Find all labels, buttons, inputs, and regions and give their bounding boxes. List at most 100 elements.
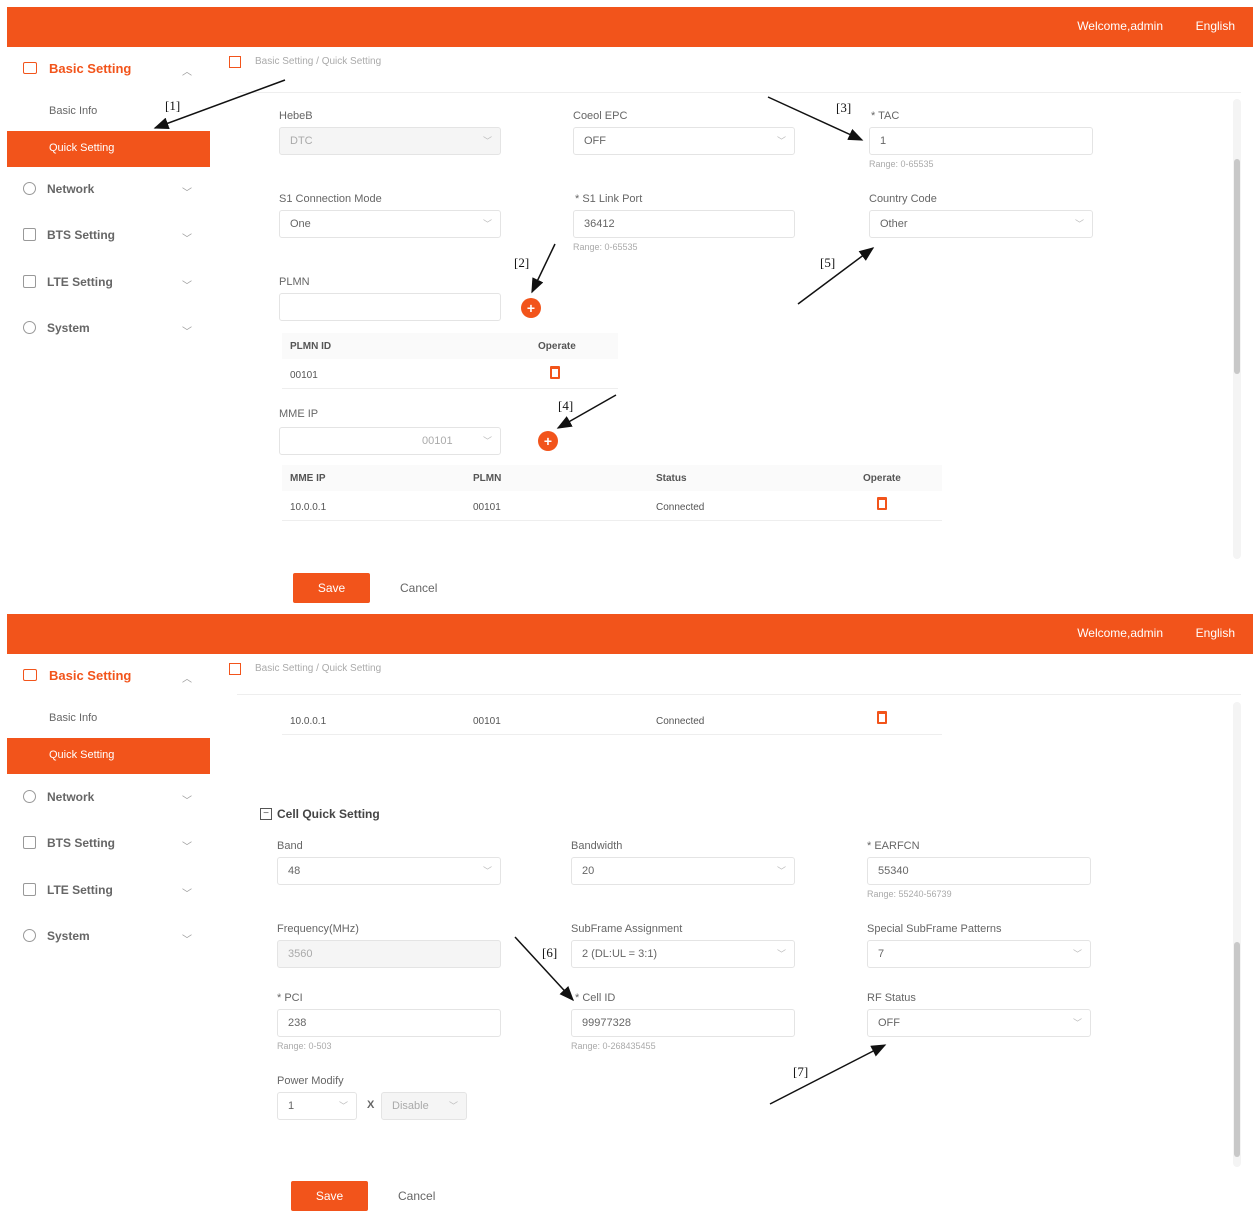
cancel-button[interactable]: Cancel <box>398 1189 435 1203</box>
trash-icon[interactable] <box>877 497 887 510</box>
sidebar-item-label: Network <box>47 790 95 804</box>
table-cell: Connected <box>648 493 855 521</box>
sidebar-item-label: Quick Setting <box>49 142 115 154</box>
mme-ip-input[interactable]: 00101 ﹀ <box>279 427 501 455</box>
table-cell <box>530 361 618 389</box>
sidebar-item-basic-setting[interactable]: Basic Setting ︿ <box>7 53 210 85</box>
special-subframe-select[interactable]: 7 ﹀ <box>867 940 1091 968</box>
power-modify-value: 1 <box>288 1100 295 1112</box>
welcome-menu[interactable]: Welcome,admin <box>1077 19 1163 33</box>
screenshot-top: Welcome,admin English Basic Setting ︿ Ba… <box>7 7 1253 614</box>
sidebar-item-bts-setting[interactable]: BTS Setting ﹀ <box>7 828 210 860</box>
frequency-input: 3560 <box>277 940 501 968</box>
power-modify-select[interactable]: 1 ﹀ <box>277 1092 357 1120</box>
rf-status-select[interactable]: OFF ﹀ <box>867 1009 1091 1037</box>
plmn-input[interactable] <box>279 293 501 321</box>
scrollbar-thumb[interactable] <box>1234 159 1240 374</box>
add-mme-button[interactable]: + <box>538 431 558 451</box>
hebe-label: HebeB <box>279 110 313 122</box>
table-cell <box>855 707 942 735</box>
table-header: Operate <box>530 333 618 359</box>
table-cell: Connected <box>648 707 855 735</box>
tac-label: * TAC <box>871 110 900 122</box>
sidebar-item-system[interactable]: System ﹀ <box>7 313 210 345</box>
sidebar-item-quick-setting[interactable]: Quick Setting <box>7 131 210 167</box>
sidebar-item-label: Basic Setting <box>49 61 132 76</box>
add-plmn-button[interactable]: + <box>521 298 541 318</box>
top-bar: Welcome,admin English <box>7 7 1253 47</box>
menu-toggle-icon[interactable] <box>229 56 241 68</box>
mme-ip-label: MME IP <box>279 408 319 420</box>
save-button[interactable]: Save <box>293 573 370 603</box>
scrollbar[interactable] <box>1233 99 1241 559</box>
earfcn-value: 55340 <box>878 865 909 877</box>
chevron-down-icon: ﹀ <box>182 796 192 807</box>
language-menu[interactable]: English <box>1196 626 1235 640</box>
callout-label: [5] <box>820 255 836 270</box>
sidebar-item-system[interactable]: System ﹀ <box>7 921 210 953</box>
chevron-down-icon: ﹀ <box>482 866 492 876</box>
sidebar-item-label: BTS Setting <box>47 836 115 850</box>
special-subframe-value: 7 <box>878 948 885 960</box>
chevron-down-icon: ﹀ <box>338 1101 348 1111</box>
s1-mode-select[interactable]: One ﹀ <box>279 210 501 238</box>
frequency-value: 3560 <box>288 948 313 960</box>
sidebar-item-lte-setting[interactable]: LTE Setting ﹀ <box>7 875 210 907</box>
gear-icon <box>23 929 36 942</box>
hebe-value: DTC <box>290 135 313 147</box>
collapse-icon[interactable]: − <box>260 808 272 820</box>
tac-hint: Range: 0-65535 <box>869 159 934 169</box>
table-cell <box>855 493 942 521</box>
cell-id-input[interactable]: 99977328 <box>571 1009 795 1037</box>
sidebar-item-network[interactable]: Network ﹀ <box>7 174 210 206</box>
language-menu[interactable]: English <box>1196 19 1235 33</box>
scrollbar[interactable] <box>1233 702 1241 1167</box>
sidebar: Basic Setting ︿ Basic Info Quick Setting… <box>7 47 210 614</box>
pci-input[interactable]: 238 <box>277 1009 501 1037</box>
core-epc-select[interactable]: OFF ﹀ <box>573 127 795 155</box>
earfcn-label: * EARFCN <box>867 840 920 852</box>
callout-label: [2] <box>514 255 530 270</box>
subframe-select[interactable]: 2 (DL:UL = 3:1) ﹀ <box>571 940 795 968</box>
s1-port-label: * S1 Link Port <box>575 193 643 205</box>
sidebar-item-network[interactable]: Network ﹀ <box>7 782 210 814</box>
callout-label: [3] <box>836 100 852 115</box>
country-select[interactable]: Other ﹀ <box>869 210 1093 238</box>
pci-hint: Range: 0-503 <box>277 1041 332 1051</box>
mme-table: 10.0.0.1 00101 Connected <box>282 679 942 737</box>
cell-id-value: 99977328 <box>582 1017 631 1029</box>
earfcn-input[interactable]: 55340 <box>867 857 1091 885</box>
sidebar-item-quick-setting[interactable]: Quick Setting <box>7 738 210 774</box>
table-cell: 10.0.0.1 <box>282 493 465 521</box>
cancel-button[interactable]: Cancel <box>400 581 437 595</box>
band-label: Band <box>277 840 303 852</box>
chevron-down-icon: ﹀ <box>182 281 192 292</box>
menu-toggle-icon[interactable] <box>229 663 241 675</box>
bandwidth-select[interactable]: 20 ﹀ <box>571 857 795 885</box>
s1-port-hint: Range: 0-65535 <box>573 242 638 252</box>
welcome-menu[interactable]: Welcome,admin <box>1077 626 1163 640</box>
tower-icon <box>23 275 36 288</box>
trash-icon[interactable] <box>550 366 560 379</box>
screenshot-bottom: Welcome,admin English Basic Setting ︿ Ba… <box>7 614 1253 1221</box>
sidebar-item-basic-setting[interactable]: Basic Setting ︿ <box>7 660 210 692</box>
save-button[interactable]: Save <box>291 1181 368 1211</box>
tac-input[interactable]: 1 <box>869 127 1093 155</box>
multiply-sign: X <box>367 1099 375 1111</box>
scrollbar-thumb[interactable] <box>1234 942 1240 1157</box>
sidebar-item-basic-info[interactable]: Basic Info <box>7 701 210 737</box>
plmn-table: PLMN ID Operate 00101 <box>282 333 618 391</box>
globe-icon <box>23 790 36 803</box>
sidebar-item-lte-setting[interactable]: LTE Setting ﹀ <box>7 267 210 299</box>
s1-port-input[interactable]: 36412 <box>573 210 795 238</box>
table-cell: 00101 <box>465 493 648 521</box>
chevron-down-icon: ﹀ <box>182 188 192 199</box>
trash-icon[interactable] <box>877 711 887 724</box>
mme-plmn-select-value[interactable]: 00101 <box>422 435 453 447</box>
sidebar-item-label: Basic Info <box>49 712 98 724</box>
sidebar-item-label: BTS Setting <box>47 228 115 242</box>
rf-status-label: RF Status <box>867 992 916 1004</box>
sidebar-item-bts-setting[interactable]: BTS Setting ﹀ <box>7 220 210 252</box>
band-select[interactable]: 48 ﹀ <box>277 857 501 885</box>
table-cell: 00101 <box>465 707 648 735</box>
